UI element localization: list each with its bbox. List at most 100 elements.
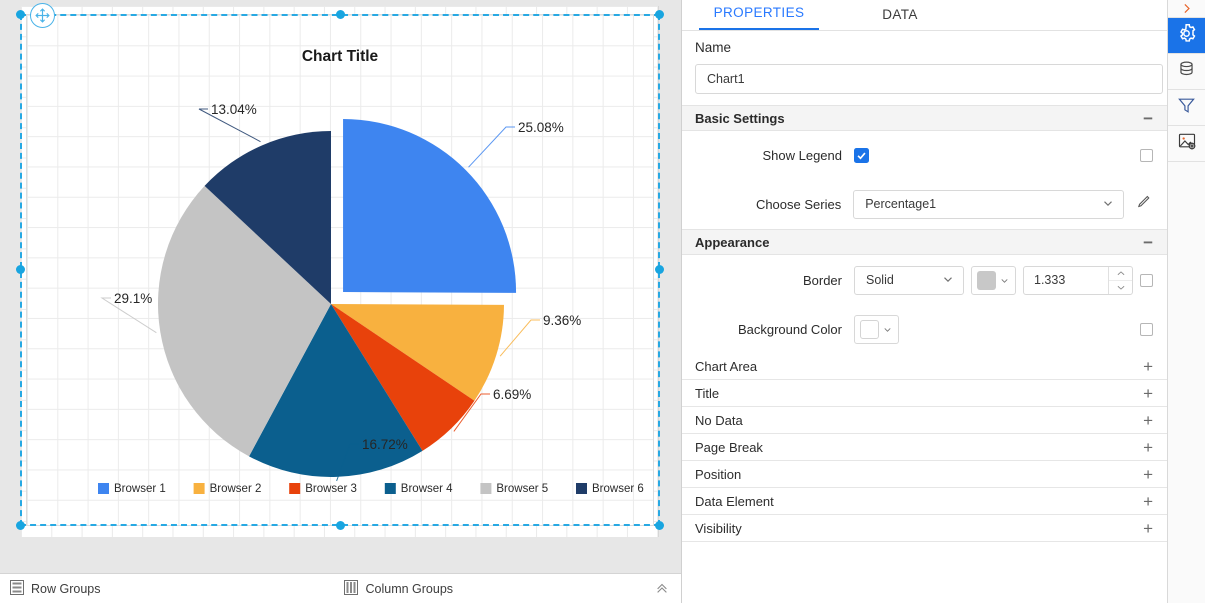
chart-title: Chart Title <box>302 48 379 65</box>
border-expression-checkbox[interactable] <box>1140 273 1153 287</box>
border-style-value: Solid <box>866 273 894 287</box>
pie-data-label: 16.72% <box>362 437 408 452</box>
choose-series-select[interactable]: Percentage1 <box>853 189 1124 219</box>
pie-data-label: 25.08% <box>518 120 564 135</box>
legend-label: Browser 5 <box>496 483 548 495</box>
tool-rail <box>1167 0 1205 603</box>
background-color-expression-checkbox[interactable] <box>1140 322 1153 336</box>
section-appearance[interactable]: Appearance − <box>682 229 1167 255</box>
section-page-break[interactable]: Page Break + <box>682 434 1167 461</box>
chevron-right-icon[interactable] <box>1168 0 1205 18</box>
choose-series-edit-button[interactable] <box>1136 193 1153 215</box>
border-width-decrement[interactable] <box>1109 279 1132 294</box>
pie-data-label: 6.69% <box>493 387 531 402</box>
rail-item-properties[interactable] <box>1168 18 1205 54</box>
chevron-double-up-icon[interactable] <box>655 581 669 598</box>
expand-plus-icon[interactable]: + <box>1143 412 1153 429</box>
collapsed-sections-list: Chart Area + Title + No Data + Page Break + Posi… <box>682 353 1167 542</box>
move-cross-icon[interactable] <box>30 3 55 28</box>
expand-plus-icon[interactable]: + <box>1143 358 1153 375</box>
resize-handle-sw[interactable] <box>16 521 25 530</box>
rail-item-image-settings[interactable] <box>1168 126 1205 162</box>
image-settings-icon <box>1177 131 1197 156</box>
expand-plus-icon[interactable]: + <box>1143 466 1153 483</box>
expand-plus-icon[interactable]: + <box>1143 520 1153 537</box>
legend-label: Browser 1 <box>114 483 166 495</box>
border-width-stepper[interactable]: 1.333 <box>1023 265 1133 295</box>
report-canvas[interactable]: Chart Title 25.08% 9.36% 6.69% 16.72% 29.1% 1… <box>0 0 681 573</box>
name-label: Name <box>695 40 732 55</box>
resize-handle-n[interactable] <box>336 10 345 19</box>
resize-handle-se[interactable] <box>655 521 664 530</box>
properties-panel: PROPERTIES DATA Name Basic Settings − Sh… <box>681 0 1205 603</box>
section-position[interactable]: Position + <box>682 461 1167 488</box>
section-chart-area[interactable]: Chart Area + <box>682 353 1167 380</box>
section-label: Chart Area <box>695 358 758 374</box>
legend-swatch <box>480 483 492 494</box>
rows-icon <box>10 579 24 598</box>
section-title[interactable]: Title + <box>682 380 1167 407</box>
database-icon <box>1177 60 1196 84</box>
tab-properties[interactable]: PROPERTIES <box>699 5 819 30</box>
rail-item-data[interactable] <box>1168 54 1205 90</box>
collapse-minus-icon[interactable]: − <box>1143 110 1153 127</box>
pie-leader-line <box>499 319 540 357</box>
name-input[interactable] <box>695 64 1163 94</box>
section-label: No Data <box>695 412 743 428</box>
row-border: Border Solid 1.333 <box>682 255 1167 305</box>
name-field-block: Name <box>682 31 1167 105</box>
border-label: Border <box>802 272 842 288</box>
pie-leader-line <box>468 126 515 168</box>
filter-icon <box>1177 96 1196 120</box>
tab-data[interactable]: DATA <box>862 7 938 30</box>
resize-handle-s[interactable] <box>336 521 345 530</box>
expand-plus-icon[interactable]: + <box>1143 439 1153 456</box>
resize-handle-w[interactable] <box>16 265 25 274</box>
legend-swatch <box>193 483 205 494</box>
resize-handle-e[interactable] <box>655 265 664 274</box>
legend-label: Browser 6 <box>592 483 644 495</box>
section-visibility[interactable]: Visibility + <box>682 515 1167 542</box>
expand-plus-icon[interactable]: + <box>1143 493 1153 510</box>
show-legend-label: Show Legend <box>762 147 842 163</box>
show-legend-expression-checkbox[interactable] <box>1140 148 1153 162</box>
chart-legend[interactable]: Browser 1 Browser 2 Browser 3 Browser 4 Brow… <box>98 483 644 495</box>
section-label: Visibility <box>695 520 742 536</box>
chevron-down-icon <box>1001 278 1008 283</box>
section-label: Data Element <box>695 493 774 509</box>
row-groups-button[interactable]: Row Groups <box>10 579 101 598</box>
legend-label: Browser 2 <box>210 483 262 495</box>
section-data-element[interactable]: Data Element + <box>682 488 1167 515</box>
border-width-increment[interactable] <box>1109 267 1132 280</box>
section-basic-settings-label: Basic Settings <box>695 110 785 126</box>
section-basic-settings[interactable]: Basic Settings − <box>682 105 1167 131</box>
border-color-picker[interactable] <box>971 265 1016 295</box>
legend-swatch <box>98 483 109 494</box>
expand-plus-icon[interactable]: + <box>1143 385 1153 402</box>
border-style-select[interactable]: Solid <box>854 265 964 295</box>
choose-series-value: Percentage1 <box>865 197 937 211</box>
legend-label: Browser 4 <box>401 483 453 495</box>
pie-slices[interactable] <box>157 119 517 477</box>
pie-slice[interactable] <box>343 119 517 293</box>
row-groups-label: Row Groups <box>31 581 101 596</box>
legend-swatch <box>576 483 587 494</box>
legend-swatch <box>289 483 301 494</box>
resize-handle-ne[interactable] <box>655 10 664 19</box>
chevron-down-icon <box>941 272 955 289</box>
column-groups-button[interactable]: Column Groups <box>344 579 453 598</box>
columns-icon <box>344 579 359 598</box>
background-color-picker[interactable] <box>854 314 899 344</box>
background-color-swatch <box>860 319 879 339</box>
show-legend-checkbox[interactable] <box>854 147 869 163</box>
pie-data-label: 13.04% <box>211 102 257 117</box>
chevron-down-icon <box>884 327 891 332</box>
choose-series-label: Choose Series <box>755 196 842 212</box>
section-label: Page Break <box>695 439 763 455</box>
row-choose-series: Choose Series Percentage1 <box>682 179 1167 229</box>
resize-handle-nw[interactable] <box>16 10 25 19</box>
section-no-data[interactable]: No Data + <box>682 407 1167 434</box>
collapse-minus-icon[interactable]: − <box>1143 234 1153 251</box>
pie-chart[interactable]: Chart Title 25.08% 9.36% 6.69% 16.72% 29.1% 1… <box>26 14 654 526</box>
rail-item-filter[interactable] <box>1168 90 1205 126</box>
